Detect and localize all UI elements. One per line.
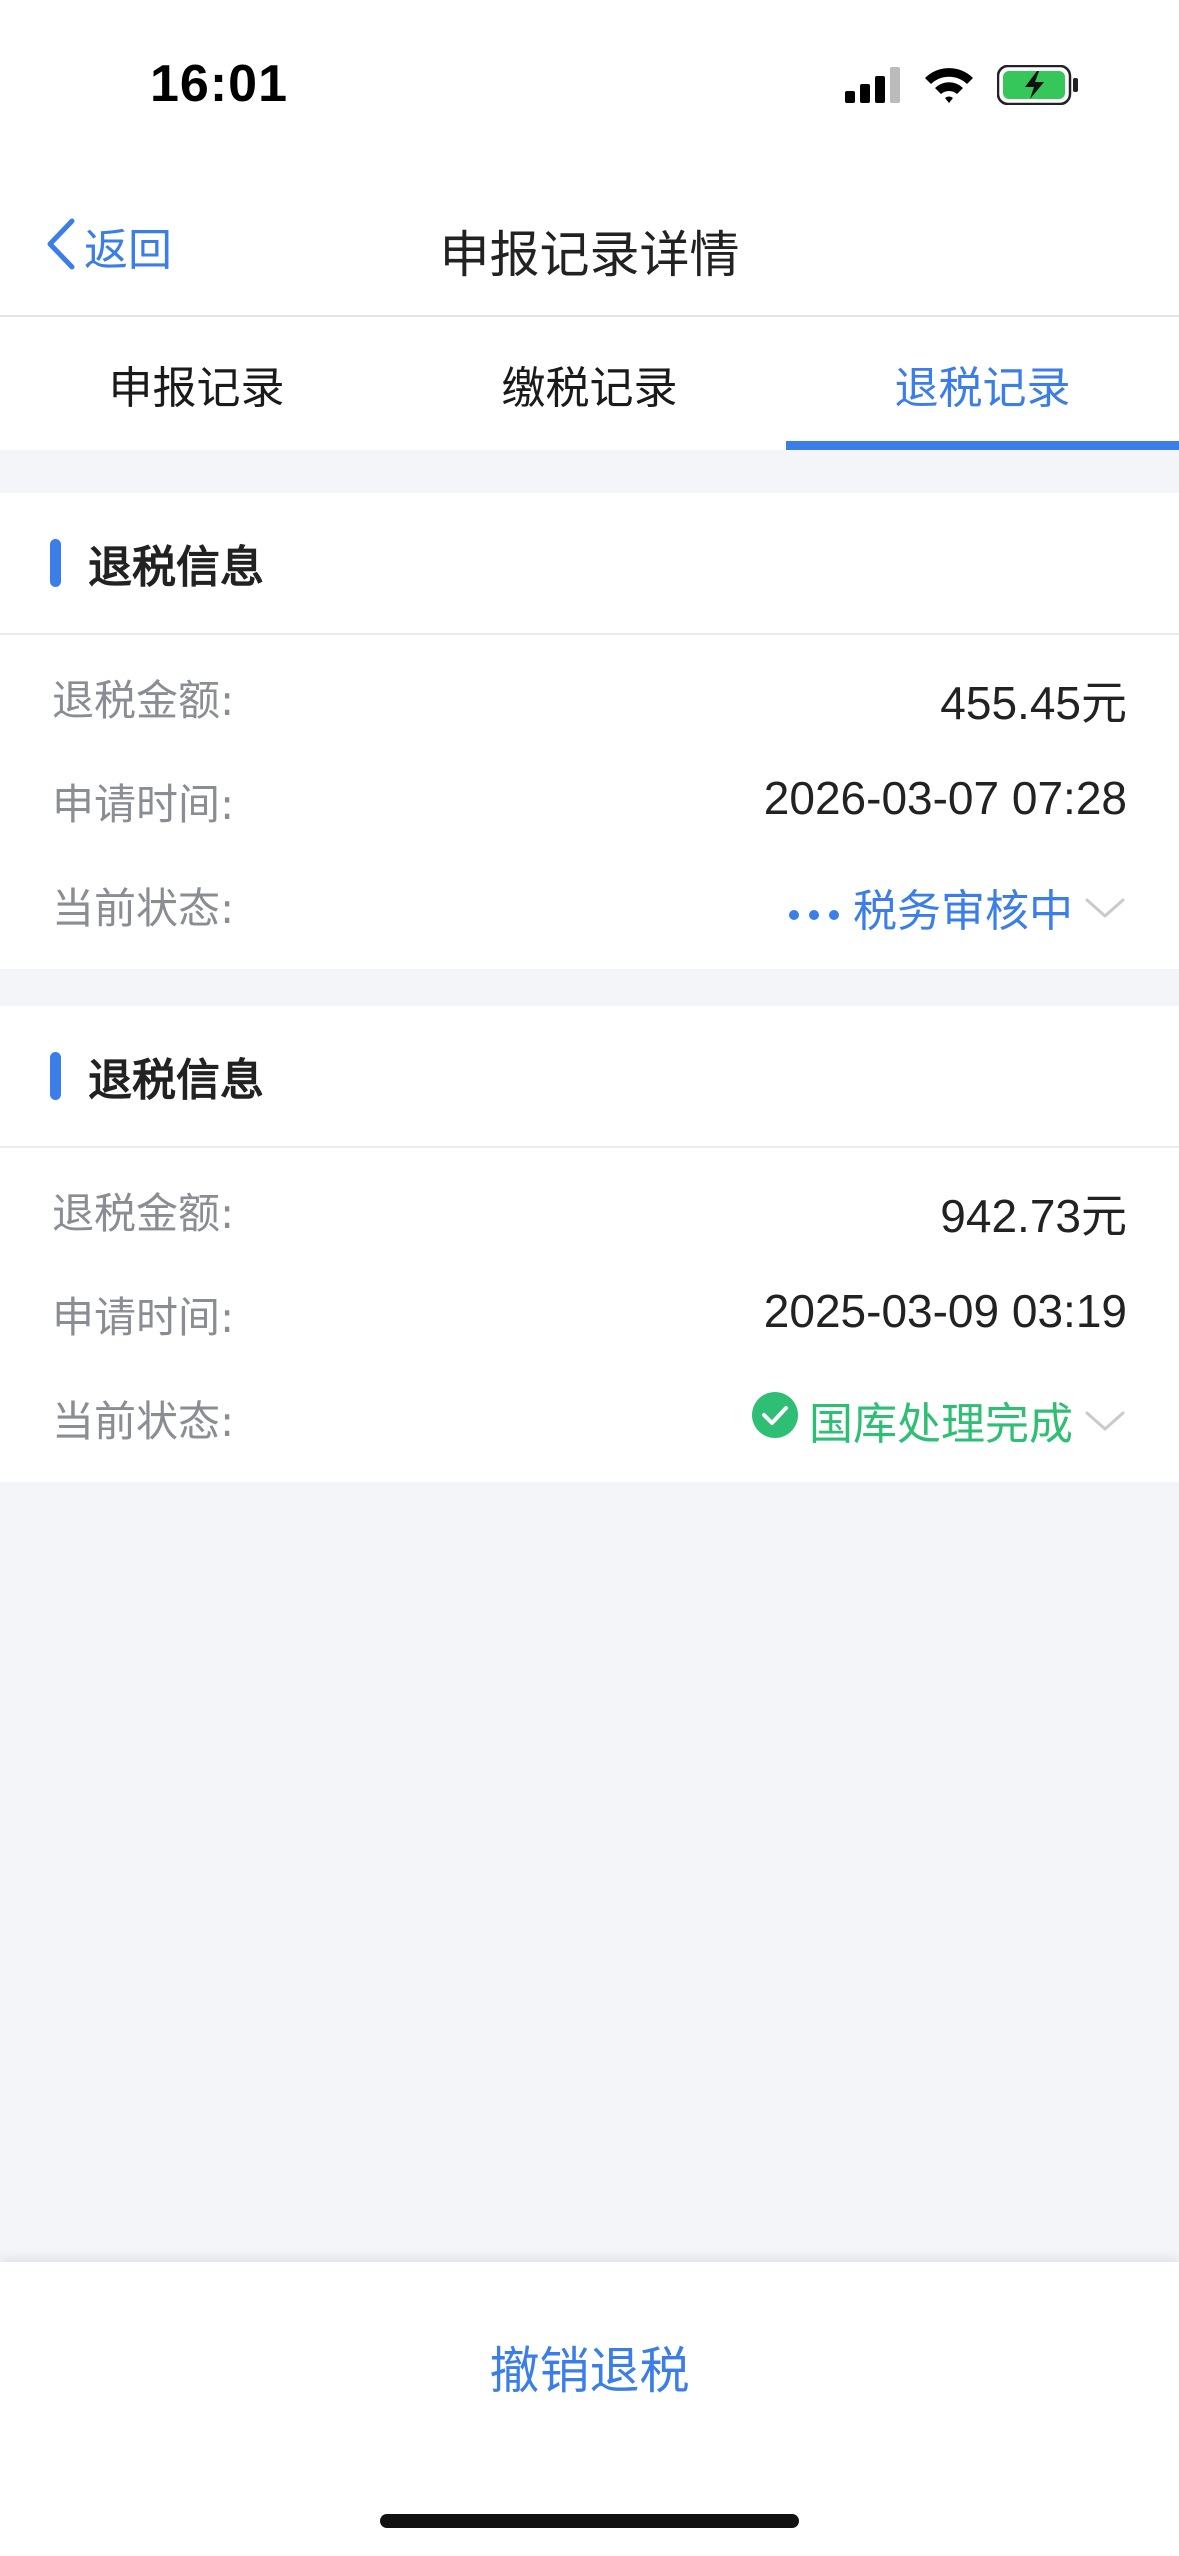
page-title: 申报记录详情 <box>439 226 740 284</box>
more-dots-icon <box>787 882 843 933</box>
status-icons <box>845 62 1079 112</box>
screen: 16:01 返回 申报记录详情 申报记录 缴税记录 退税记录 退税信息 退税金额… <box>0 0 1179 2556</box>
signal-icon <box>845 67 901 107</box>
refund-card-1: 退税信息 退税金额: 455.45元 申请时间: 2026-03-07 07:2… <box>0 493 1179 969</box>
row-apply-time: 申请时间: 2026-03-07 07:28 <box>0 749 1179 853</box>
apply-time-value: 2025-03-09 03:19 <box>763 1285 1127 1337</box>
amount-label: 退税金额: <box>52 676 235 725</box>
tab-bar: 申报记录 缴税记录 退税记录 <box>0 317 1179 450</box>
row-amount: 退税金额: 455.45元 <box>0 645 1179 749</box>
bottom-action-bar: 撤销退税 <box>0 2262 1179 2556</box>
chevron-down-icon <box>1083 882 1127 933</box>
card-title: 退税信息 <box>88 542 264 593</box>
status-bar: 16:01 <box>0 0 1179 175</box>
amount-value: 455.45元 <box>940 677 1127 729</box>
card-body: 退税金额: 455.45元 申请时间: 2026-03-07 07:28 当前状… <box>0 635 1179 957</box>
status-value: 税务审核中 <box>853 886 1073 937</box>
card-header: 退税信息 <box>0 493 1179 635</box>
status-time: 16:01 <box>150 55 288 113</box>
nav-bar: 返回 申报记录详情 <box>0 175 1179 317</box>
status-toggle[interactable]: 税务审核中 <box>787 875 1127 939</box>
card-accent-bar <box>50 1052 61 1100</box>
battery-charging-icon <box>996 64 1079 109</box>
tab-refund-records[interactable]: 退税记录 <box>786 317 1179 450</box>
status-label: 当前状态: <box>52 884 235 933</box>
chevron-down-icon <box>1083 1395 1127 1446</box>
tab-payment-records[interactable]: 缴税记录 <box>393 317 786 450</box>
tab-declaration-records[interactable]: 申报记录 <box>0 317 393 450</box>
cancel-refund-button[interactable]: 撤销退税 <box>0 2317 1179 2417</box>
amount-label: 退税金额: <box>52 1189 235 1238</box>
check-circle-icon <box>751 1391 799 1450</box>
card-header: 退税信息 <box>0 1006 1179 1148</box>
card-title: 退税信息 <box>88 1055 264 1106</box>
status-label: 当前状态: <box>52 1397 235 1446</box>
row-amount: 退税金额: 942.73元 <box>0 1158 1179 1262</box>
wifi-icon <box>923 66 975 108</box>
row-status: 当前状态: 税务审核中 <box>0 853 1179 957</box>
row-status: 当前状态: 国库处理完成 <box>0 1366 1179 1470</box>
home-indicator <box>380 2514 799 2528</box>
apply-time-value: 2026-03-07 07:28 <box>763 772 1127 824</box>
refund-card-2: 退税信息 退税金额: 942.73元 申请时间: 2025-03-09 03:1… <box>0 1006 1179 1482</box>
card-body: 退税金额: 942.73元 申请时间: 2025-03-09 03:19 当前状… <box>0 1148 1179 1470</box>
status-toggle[interactable]: 国库处理完成 <box>751 1388 1127 1452</box>
amount-value: 942.73元 <box>940 1190 1127 1242</box>
card-accent-bar <box>50 539 61 587</box>
status-value: 国库处理完成 <box>809 1399 1073 1450</box>
row-apply-time: 申请时间: 2025-03-09 03:19 <box>0 1262 1179 1366</box>
apply-time-label: 申请时间: <box>52 780 235 829</box>
apply-time-label: 申请时间: <box>52 1293 235 1342</box>
